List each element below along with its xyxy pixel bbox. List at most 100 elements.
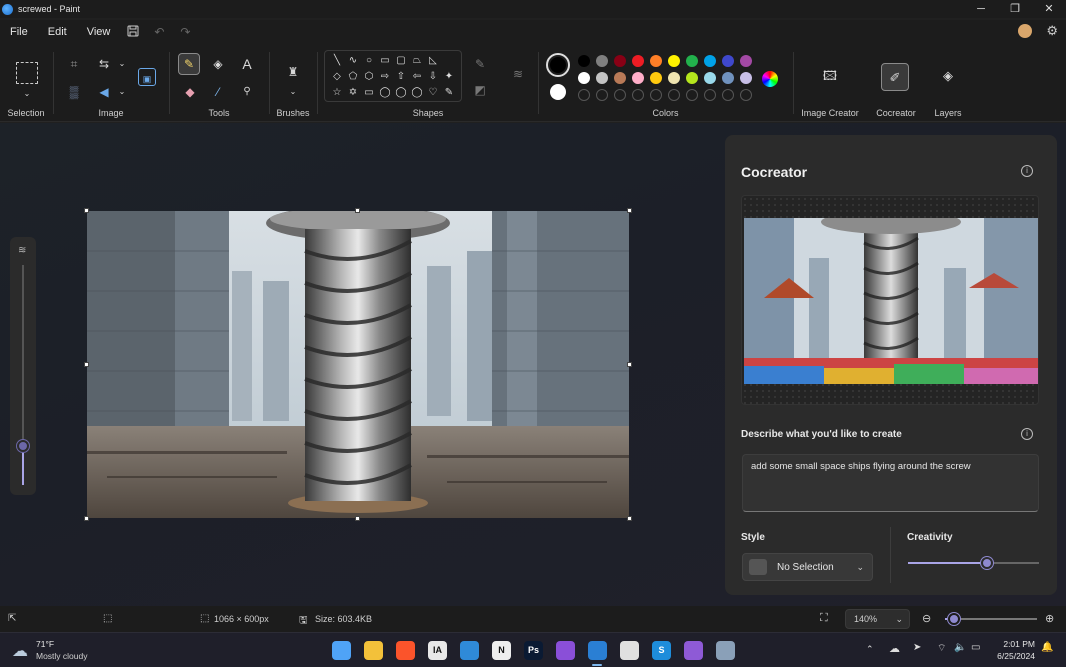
magnifier-icon[interactable]: ⚲ <box>237 82 257 102</box>
image-creator-icon[interactable]: 🖾 <box>820 66 840 86</box>
shape-option[interactable]: ▭ <box>361 85 377 101</box>
taskbar-settings-icon[interactable] <box>716 641 735 660</box>
custom-color-slot[interactable] <box>578 89 590 101</box>
preview-image[interactable] <box>744 218 1038 384</box>
shape-option[interactable]: ◯ <box>393 85 409 101</box>
secondary-color[interactable] <box>550 84 566 100</box>
shape-option[interactable]: ⇨ <box>377 69 393 85</box>
taskbar-skype-icon[interactable]: S <box>652 641 671 660</box>
avatar[interactable] <box>1018 24 1033 38</box>
shape-option[interactable]: ◯ <box>409 85 425 101</box>
chevron-down-icon[interactable]: ⌄ <box>112 82 132 102</box>
battery-icon[interactable]: ▭ <box>971 642 980 653</box>
fit-to-window-icon[interactable]: ⛶ <box>820 612 828 625</box>
outline-icon[interactable]: ✎ <box>470 54 490 74</box>
taskbar-ia-icon[interactable]: IA <box>428 641 447 660</box>
custom-color-slot[interactable] <box>722 89 734 101</box>
creativity-slider-track[interactable] <box>908 557 1039 569</box>
resize-handle[interactable] <box>84 208 89 213</box>
custom-color-slot[interactable] <box>740 89 752 101</box>
color-swatch[interactable] <box>632 55 644 67</box>
menu-file[interactable]: File <box>0 20 38 44</box>
menu-edit[interactable]: Edit <box>38 20 77 44</box>
zoom-in-icon[interactable]: ⊕ <box>1045 612 1054 625</box>
taskbar-photoshop-icon[interactable]: Ps <box>524 641 543 660</box>
text-icon[interactable]: A <box>237 54 257 74</box>
taskbar-visualstudio-icon[interactable] <box>684 641 703 660</box>
info-icon[interactable]: i <box>1021 428 1033 440</box>
resize-handle[interactable] <box>84 362 89 367</box>
volume-icon[interactable]: 🔈 <box>954 642 966 653</box>
weather-temp[interactable]: 71°F <box>36 639 54 649</box>
undo-icon[interactable]: ↶ <box>146 25 172 39</box>
tray-chevron-icon[interactable]: ⌃ <box>866 644 874 655</box>
select-all-icon[interactable]: ▒ <box>64 82 84 102</box>
resize-handle[interactable] <box>355 208 360 213</box>
color-picker-icon[interactable]: ⁄ <box>208 82 228 102</box>
onedrive-icon[interactable]: ☁ <box>889 642 900 655</box>
zoom-thumb[interactable] <box>17 440 29 452</box>
shapes-gallery[interactable]: ╲ ∿ ○ ▭ ▢ ⏢ ◺ ◇ ⬠ ⬡ ⇨ ⇧ ⇦ ⇩ ✦ ☆ ✡ ▭ ◯ ◯ ◯ ♡ ✎ <box>324 50 462 102</box>
chevron-down-icon[interactable]: ⌄ <box>283 82 303 102</box>
taskbar-paint-icon[interactable] <box>588 641 607 660</box>
resize-handle[interactable] <box>84 516 89 521</box>
minimize-button[interactable]: ─ <box>964 0 998 18</box>
settings-gear-icon[interactable]: ⚙ <box>1046 23 1058 39</box>
taskbar-affinity-icon[interactable] <box>556 641 575 660</box>
shape-option[interactable]: ♡ <box>425 85 441 101</box>
color-swatch[interactable] <box>686 55 698 67</box>
shape-option[interactable]: ✡ <box>345 85 361 101</box>
brush-icon[interactable]: ♜ <box>283 62 303 82</box>
shape-option[interactable]: ⏢ <box>409 53 425 69</box>
clock-date[interactable]: 6/25/2024 <box>990 651 1035 661</box>
zoom-slider-thumb[interactable] <box>948 613 961 625</box>
creativity-slider-thumb[interactable] <box>980 557 993 569</box>
flip-icon[interactable]: ◀ <box>94 82 114 102</box>
color-swatch[interactable] <box>596 72 608 84</box>
color-swatch[interactable] <box>668 72 680 84</box>
color-swatch[interactable] <box>614 72 626 84</box>
resize-handle[interactable] <box>355 516 360 521</box>
color-swatch[interactable] <box>740 55 752 67</box>
color-swatch[interactable] <box>722 72 734 84</box>
cocreator-label[interactable]: Cocreator <box>866 108 926 118</box>
shape-option[interactable]: ⇦ <box>409 69 425 85</box>
shape-option[interactable]: ▢ <box>393 53 409 69</box>
shape-option[interactable]: ◇ <box>329 69 345 85</box>
custom-color-slot[interactable] <box>614 89 626 101</box>
zoom-slider-track[interactable] <box>945 613 1037 625</box>
resize-handle[interactable] <box>627 362 632 367</box>
redo-icon[interactable]: ↷ <box>172 25 198 39</box>
zoom-out-icon[interactable]: ⊖ <box>922 612 931 625</box>
send-icon[interactable]: ➤ <box>913 642 921 653</box>
color-swatch[interactable] <box>614 55 626 67</box>
taskbar-explorer-icon[interactable] <box>364 641 383 660</box>
weather-cloud-icon[interactable]: ☁ <box>12 641 28 661</box>
shape-option[interactable]: ✎ <box>441 85 457 101</box>
color-swatch[interactable] <box>650 72 662 84</box>
clock-time[interactable]: 2:01 PM <box>1003 639 1035 649</box>
prompt-textarea[interactable]: add some small space ships flying around… <box>742 454 1039 512</box>
eraser-icon[interactable]: ◆ <box>180 82 200 102</box>
crop-icon[interactable]: ⌗ <box>64 54 84 74</box>
color-swatch[interactable] <box>686 72 698 84</box>
wifi-icon[interactable]: ⌔ <box>937 642 946 655</box>
color-swatch[interactable] <box>650 55 662 67</box>
taskbar-notion-icon[interactable]: N <box>492 641 511 660</box>
edit-colors-icon[interactable] <box>762 71 778 87</box>
taskbar-brave-icon[interactable] <box>396 641 415 660</box>
layers-label[interactable]: Layers <box>928 108 968 118</box>
weather-desc[interactable]: Mostly cloudy <box>36 651 88 661</box>
shape-option[interactable]: ⇧ <box>393 69 409 85</box>
info-icon[interactable]: i <box>1021 165 1033 177</box>
shape-option[interactable]: ☆ <box>329 85 345 101</box>
shape-option[interactable]: ○ <box>361 53 377 69</box>
background-removal-icon[interactable]: ▣ <box>138 68 156 86</box>
custom-color-slot[interactable] <box>686 89 698 101</box>
menu-view[interactable]: View <box>77 20 121 44</box>
chevron-down-icon[interactable]: ⌄ <box>112 54 132 74</box>
color-swatch[interactable] <box>668 55 680 67</box>
fill-icon[interactable]: ◩ <box>470 80 490 100</box>
color-swatch[interactable] <box>704 72 716 84</box>
color-swatch[interactable] <box>578 55 590 67</box>
